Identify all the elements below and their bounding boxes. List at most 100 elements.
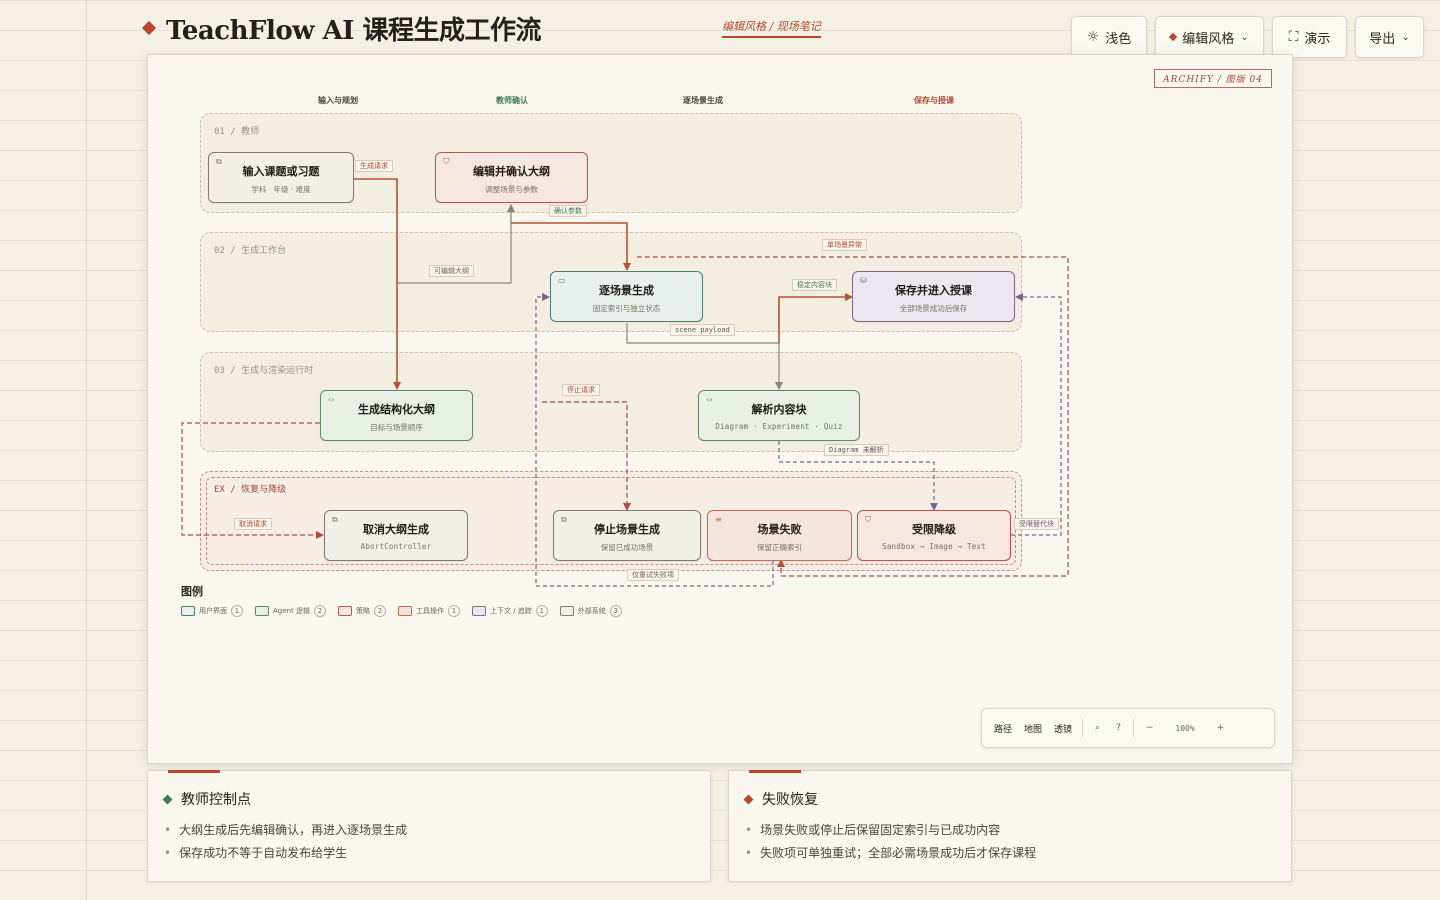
sun-icon: ☼	[1086, 29, 1100, 45]
node-title: 受限降级	[912, 523, 956, 536]
card-list-item: 大纲生成后先编辑确认，再进入逐场景生成	[164, 819, 407, 842]
edge-label-stable-blocks: 稳定内容块	[792, 279, 837, 291]
legend-label: 策略	[355, 607, 370, 615]
page-title: TeachFlow AI 课程生成工作流	[166, 15, 542, 46]
edge-stop-request	[542, 401, 631, 511]
style-note: 编辑风格 / 现场笔记	[722, 18, 821, 38]
legend-count: 2	[373, 605, 386, 617]
legend-swatch	[471, 606, 486, 616]
node-save-and-teach[interactable]: ⛁ 保存并进入授课 全部场景成功后保存	[852, 271, 1015, 322]
node-restricted-degrade[interactable]: ⛉ 受限降级 Sandbox → Image → Text	[857, 510, 1011, 561]
diamond-bullet-icon	[162, 794, 173, 804]
card-accent-bar	[749, 770, 801, 773]
node-subtitle: Sandbox → Image → Text	[882, 542, 986, 551]
edge-stable-blocks	[778, 293, 853, 343]
legend-count: 1	[231, 605, 243, 617]
edge-label-editable-outline: 可编辑大纲	[429, 265, 474, 277]
theme-button-label: 浅色	[1105, 31, 1132, 47]
present-button[interactable]: ⛶ 演示	[1272, 16, 1347, 58]
chevron-down-icon: ⌄	[1401, 31, 1410, 43]
node-input-topic[interactable]: ⧉ 输入课题或习题 学科 · 年级 · 难度	[208, 152, 354, 203]
card-title-text: 教师控制点	[181, 792, 251, 808]
card-list: 大纲生成后先编辑确认，再进入逐场景生成 保存成功不等于自动发布给学生	[164, 819, 407, 865]
canvas-toolbar: 路径 地图 透镜 ⌕ ? − 100% +	[981, 708, 1275, 748]
diagram-canvas[interactable]: ARCHIFY / 图版 04 输入与规划 教师确认 逐场景生成 保存与授课 0…	[147, 54, 1293, 764]
card-failure-recovery: 失败恢复 场景失败或停止后保留固定索引与已成功内容 失败项可单独重试；全部必需场…	[728, 770, 1292, 882]
card-list-item: 保存成功不等于自动发布给学生	[164, 842, 407, 865]
legend-swatch	[337, 606, 352, 616]
card-title: 教师控制点	[162, 789, 251, 809]
map-mode-button[interactable]: 地图	[1018, 722, 1048, 735]
node-cancel-outline[interactable]: ⧉ 取消大纲生成 AbortController	[324, 510, 468, 561]
legend-item: 策略 2	[337, 605, 386, 617]
node-subtitle: Diagram · Experiment · Quiz	[715, 422, 843, 431]
fullscreen-icon: ⛶	[1288, 29, 1299, 45]
edge-confirm-params	[511, 222, 631, 271]
node-scene-failure[interactable]: ≡ 场景失败 保留正确索引	[707, 510, 852, 561]
edge-label-restricted-alternative: 受限替代块	[1014, 518, 1059, 530]
legend-label: 工具操作	[415, 607, 444, 615]
edge-label-stop-request: 停止请求	[562, 384, 600, 396]
legend-swatch	[255, 606, 269, 616]
legend-swatch	[181, 606, 195, 616]
node-subtitle: 保留已成功场景	[600, 543, 654, 552]
card-title: 失败恢复	[743, 789, 818, 809]
node-title: 解析内容块	[751, 403, 807, 416]
node-scene-generation[interactable]: ▭ 逐场景生成 固定索引与独立状态	[550, 271, 703, 322]
legend-item: Agent 逻辑 2	[255, 605, 326, 617]
node-structured-outline[interactable]: ‹› 生成结构化大纲 目标与场景顺序	[320, 390, 473, 441]
legend-swatch	[559, 606, 574, 616]
export-button-label: 导出	[1369, 31, 1396, 47]
card-list-item: 场景失败或停止后保留固定索引与已成功内容	[745, 819, 1036, 842]
legend-count: 2	[313, 605, 326, 617]
page-header: TeachFlow AI 课程生成工作流	[141, 8, 542, 48]
node-parse-blocks[interactable]: ‹› 解析内容块 Diagram · Experiment · Quiz	[698, 390, 860, 441]
node-subtitle: AbortController	[360, 542, 432, 551]
edge-generate-request	[354, 178, 401, 390]
zoom-level: 100%	[1175, 723, 1195, 733]
legend-item: 用户界面 1	[181, 605, 243, 617]
node-title: 逐场景生成	[599, 284, 654, 297]
zoom-out-button[interactable]: −	[1138, 723, 1162, 733]
node-title: 场景失败	[757, 523, 802, 536]
diamond-bullet-icon	[743, 794, 754, 804]
style-dropdown-button[interactable]: 编辑风格 ⌄	[1155, 16, 1264, 58]
legend-label: 用户界面	[199, 607, 227, 615]
edge-label-retry-failed: 仅重试失败项	[627, 569, 679, 581]
edge-label-single-scene: 单场景异常	[822, 239, 867, 251]
export-dropdown-button[interactable]: 导出 ⌄	[1355, 16, 1424, 58]
node-stop-scene[interactable]: ⧉ 停止场景生成 保留已成功场景	[553, 510, 701, 561]
lens-mode-button[interactable]: 透镜	[1048, 722, 1078, 735]
node-subtitle: 全部场景成功后保存	[899, 304, 968, 313]
node-edit-outline[interactable]: ⛉ 编辑并确认大纲 调整场景与参数	[435, 152, 588, 203]
card-title-text: 失败恢复	[762, 792, 818, 808]
search-icon[interactable]: ⌕	[1087, 723, 1108, 733]
node-subtitle: 调整场景与参数	[485, 185, 538, 194]
legend-count: 1	[535, 605, 548, 617]
card-list-item: 失败项可单独重试；全部必需场景成功后才保存课程	[745, 842, 1036, 865]
node-subtitle: 保留正确索引	[757, 543, 802, 552]
legend-item: 外部系统 3	[559, 605, 622, 617]
legend: 用户界面 1 Agent 逻辑 2 策略 2 工具操作 1 上下文 / 追踪 1…	[181, 605, 622, 617]
node-subtitle: 目标与场景顺序	[370, 423, 423, 432]
legend-item: 工具操作 1	[397, 605, 460, 617]
toolbar-divider	[1132, 719, 1134, 737]
node-subtitle: 固定索引与独立状态	[592, 304, 661, 313]
node-title: 保存并进入授课	[895, 284, 972, 297]
zoom-in-button[interactable]: +	[1209, 723, 1233, 733]
card-accent-bar	[168, 770, 220, 773]
help-icon[interactable]: ?	[1108, 723, 1129, 733]
diamond-icon	[1169, 32, 1178, 42]
card-list: 场景失败或停止后保留固定索引与已成功内容 失败项可单独重试；全部必需场景成功后才…	[745, 819, 1036, 865]
node-title: 取消大纲生成	[363, 523, 429, 536]
node-subtitle: 学科 · 年级 · 难度	[251, 185, 311, 194]
edge-label-diagram-unparsed: Diagram 未解析	[824, 444, 889, 456]
path-mode-button[interactable]: 路径	[988, 722, 1018, 735]
style-dropdown-label: 编辑风格	[1182, 31, 1235, 47]
legend-swatch	[397, 606, 412, 616]
node-title: 编辑并确认大纲	[473, 165, 550, 178]
edge-label-generate-request: 生成请求	[355, 160, 393, 172]
edge-label-confirm-params: 确认参数	[549, 205, 587, 217]
legend-label: Agent 逻辑	[273, 607, 310, 615]
theme-button[interactable]: ☼ 浅色	[1071, 16, 1147, 58]
